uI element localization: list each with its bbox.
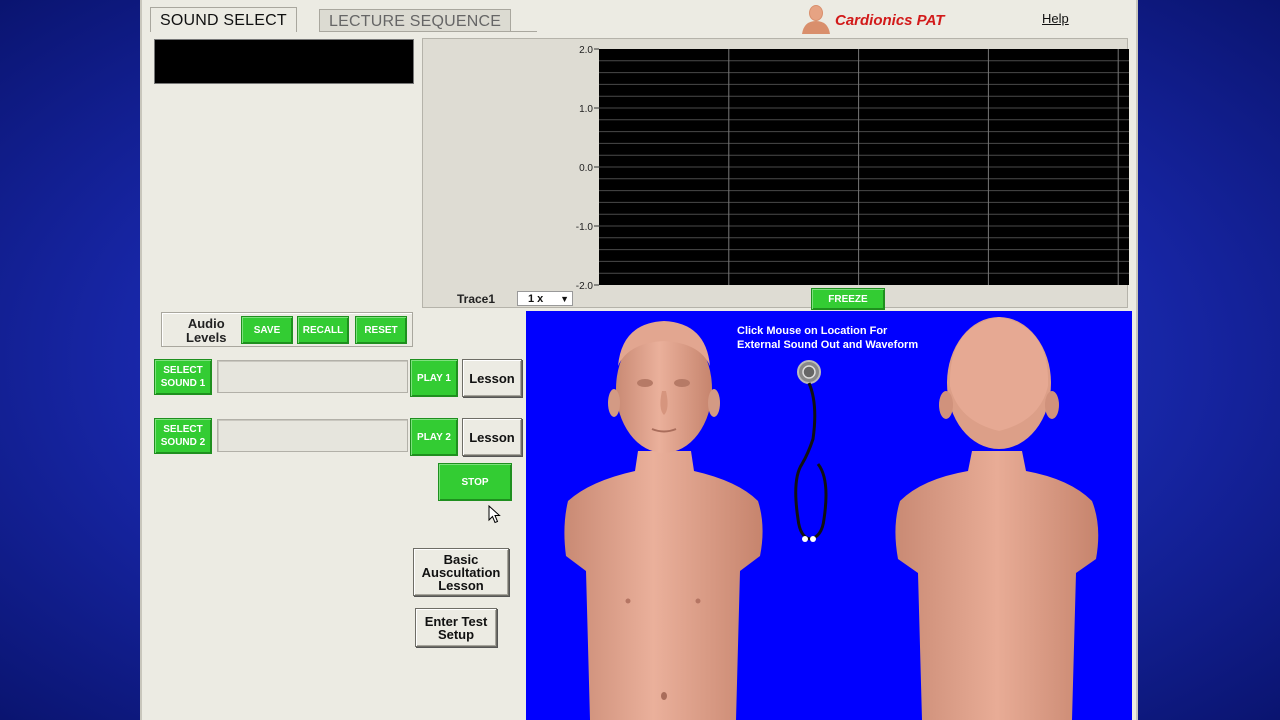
audio-levels-label: Audio Levels [186,317,226,345]
play-2-button[interactable]: PLAY 2 [410,418,458,456]
select-sound-2-line1: SELECT [163,424,203,435]
play-1-button[interactable]: PLAY 1 [410,359,458,397]
y-tick-label: 0.0 [579,163,593,174]
sound-2-field[interactable] [217,419,408,452]
help-label: Help [1042,11,1069,26]
trace-label: Trace1 [457,292,496,306]
basic-lesson-line1: Basic [443,551,479,567]
select-sound-1-line2: SOUND 1 [160,378,206,389]
recall-button[interactable]: RECALL [297,316,349,344]
dropdown-arrow-icon: ▼ [560,294,569,304]
stethoscope-icon[interactable] [788,359,834,549]
app-window: SOUND SELECT LECTURE SEQUENCE Cardionics… [140,0,1138,720]
y-tick-label: 2.0 [579,45,593,56]
y-tick-label: -2.0 [576,281,594,292]
test-setup-line1: Enter Test [424,613,488,629]
waveform-chart: 2.0 1.0 0.0 -1.0 -2.0 Trace1 1 x ▼ FREEZE [422,38,1129,310]
test-setup-line2: Setup [437,626,475,642]
manikin-panel[interactable]: Click Mouse on Location For External Sou… [526,311,1132,720]
tab-divider [319,31,537,32]
trace-scale-value: 1 x [528,293,544,305]
help-menu[interactable]: Help [1042,11,1069,26]
save-button[interactable]: SAVE [241,316,293,344]
y-tick-label: 1.0 [579,104,593,115]
audio-label-line1: Audio [187,316,225,331]
lesson-1-button[interactable]: Lesson [462,359,522,397]
basic-lesson-line2: Auscultation [421,564,501,580]
freeze-button[interactable]: FREEZE [811,288,885,310]
enter-test-setup-button[interactable]: Enter Test Setup [415,608,497,647]
manikin-front[interactable] [560,311,770,720]
mouse-cursor-icon [488,505,501,524]
select-sound-2-line2: SOUND 2 [160,437,206,448]
brand-logo-icon [802,5,830,34]
sound-name-display [154,39,414,84]
reset-button[interactable]: RESET [355,316,407,344]
trace-scale-select[interactable]: 1 x ▼ [517,291,573,306]
audio-label-line2: Levels [186,330,227,345]
y-tick-label: -1.0 [576,222,594,233]
basic-lesson-line3: Lesson [438,577,484,593]
tab-lecture-sequence[interactable]: LECTURE SEQUENCE [319,9,512,32]
basic-auscultation-lesson-button[interactable]: Basic Auscultation Lesson [413,548,509,596]
select-sound-1-line1: SELECT [163,365,203,376]
waveform-plot: 2.0 1.0 0.0 -1.0 -2.0 [576,45,1129,292]
select-sound-2-button[interactable]: SELECT SOUND 2 [154,418,212,454]
brand-name: Cardionics PAT [835,12,945,29]
tab-sound-select[interactable]: SOUND SELECT [150,7,297,32]
select-sound-1-button[interactable]: SELECT SOUND 1 [154,359,212,395]
manikin-back[interactable] [890,311,1104,720]
sound-1-field[interactable] [217,360,408,393]
lesson-2-button[interactable]: Lesson [462,418,522,456]
stop-button[interactable]: STOP [438,463,512,501]
